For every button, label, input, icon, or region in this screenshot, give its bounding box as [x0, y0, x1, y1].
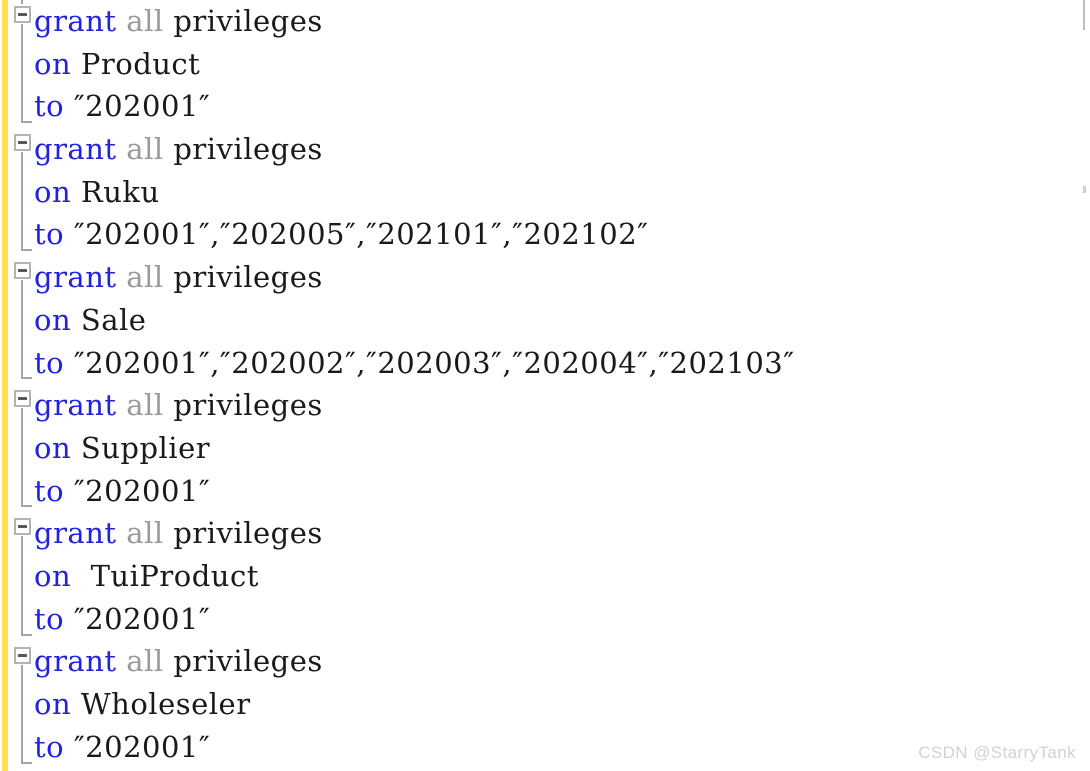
sql-keyword-token: on: [34, 430, 72, 465]
code-line[interactable]: to ″202001″,″202002″,″202003″,″202004″,″…: [34, 342, 1080, 385]
code-line[interactable]: on TuiProduct: [34, 555, 1080, 598]
minus-glyph: [18, 13, 27, 16]
code-line[interactable]: grant all privileges: [34, 640, 1080, 683]
sql-keyword-token: grant: [34, 260, 117, 295]
sql-literal-token: TuiProduct: [71, 558, 259, 593]
sql-keyword-token: to: [34, 601, 65, 636]
code-line[interactable]: to ″202001″,″202005″,″202101″,″202102″: [34, 213, 1080, 256]
minus-glyph: [18, 653, 27, 657]
sql-dim-keyword-token: all: [116, 644, 174, 679]
fold-region-end-foot: [21, 121, 32, 124]
code-line[interactable]: on Ruku: [34, 171, 1080, 214]
fold-region-line: [21, 152, 23, 252]
sql-keyword-token: on: [34, 302, 72, 337]
minus-glyph: [18, 141, 27, 145]
fold-collapse-minus-icon[interactable]: [14, 390, 31, 408]
code-line[interactable]: on Wholeseler: [34, 683, 1080, 726]
minus-glyph: [18, 525, 27, 529]
sql-literal-token: privileges: [173, 260, 323, 295]
code-line[interactable]: to ″202001″: [34, 85, 1080, 128]
sql-literal-token: privileges: [173, 388, 323, 423]
fold-region-end-foot: [21, 249, 32, 252]
code-line[interactable]: on Supplier: [34, 427, 1080, 470]
code-line[interactable]: grant all privileges: [34, 384, 1080, 427]
code-line[interactable]: to ″202001″: [34, 598, 1080, 641]
minus-glyph: [18, 397, 27, 401]
sql-literal-token: ″202001″,″202002″,″202003″,″202004″,″202…: [64, 345, 795, 380]
code-line[interactable]: grant all privileges: [34, 0, 1080, 43]
sql-literal-token: privileges: [173, 644, 323, 679]
sql-keyword-token: grant: [34, 516, 117, 551]
sql-literal-token: ″202001″: [64, 89, 211, 124]
code-line[interactable]: grant all privileges: [34, 512, 1080, 555]
fold-region-end-foot: [21, 377, 32, 380]
sql-literal-token: ″202001″: [64, 729, 211, 764]
sql-keyword-token: on: [34, 558, 72, 593]
sql-keyword-token: to: [34, 345, 65, 380]
sql-keyword-token: to: [34, 473, 65, 508]
sql-keyword-token: to: [34, 89, 65, 124]
fold-region-line: [21, 24, 23, 124]
csdn-watermark: CSDN @StarryTank: [918, 743, 1076, 762]
sql-code-editor[interactable]: grant all privileges on Product to ″202001…: [0, 0, 1090, 771]
sql-keyword-token: grant: [34, 4, 117, 38]
sql-dim-keyword-token: all: [116, 260, 174, 295]
sql-dim-keyword-token: all: [116, 516, 174, 551]
sql-literal-token: ″202001″,″202005″,″202101″,″202102″: [64, 217, 649, 252]
sql-dim-keyword-token: all: [116, 132, 174, 167]
sql-literal-token: Product: [71, 46, 201, 81]
fold-region-end-foot: [21, 505, 32, 508]
sql-keyword-token: on: [34, 174, 72, 209]
sql-keyword-token: on: [34, 687, 72, 721]
fold-region-end-foot: [21, 761, 32, 764]
sql-keyword-token: grant: [34, 388, 117, 423]
sql-literal-token: privileges: [173, 4, 323, 38]
code-content-area[interactable]: grant all privileges on Product to ″202001…: [34, 0, 1080, 771]
fold-collapse-minus-icon[interactable]: [14, 518, 31, 536]
fold-region-line: [21, 536, 23, 636]
sql-literal-token: ″202001″: [64, 601, 211, 636]
sql-dim-keyword-token: all: [116, 388, 174, 423]
sql-keyword-token: grant: [34, 644, 117, 679]
sql-literal-token: privileges: [173, 516, 323, 551]
fold-collapse-minus-icon[interactable]: [14, 134, 31, 152]
sql-literal-token: Ruku: [71, 174, 160, 209]
code-line[interactable]: to ″202001″: [34, 470, 1080, 513]
scrollbar-annotation-marker[interactable]: [1083, 186, 1086, 193]
fold-line-stub: [21, 0, 23, 4]
fold-region-line: [21, 664, 23, 764]
code-line[interactable]: on Product: [34, 43, 1080, 86]
code-folding-gutter[interactable]: [0, 0, 36, 771]
sql-dim-keyword-token: all: [116, 4, 174, 38]
code-line[interactable]: on Sale: [34, 299, 1080, 342]
fold-region-line: [21, 408, 23, 508]
sql-keyword-token: to: [34, 729, 65, 764]
sql-literal-token: Sale: [71, 302, 147, 337]
sql-literal-token: privileges: [173, 132, 323, 167]
fold-collapse-minus-icon[interactable]: [14, 6, 31, 23]
code-line[interactable]: grant all privileges: [34, 128, 1080, 171]
vertical-scrollbar[interactable]: [1081, 0, 1090, 771]
fold-region-end-foot: [21, 633, 32, 636]
sql-literal-token: Supplier: [71, 430, 211, 465]
sql-literal-token: ″202001″: [64, 473, 211, 508]
sql-keyword-token: grant: [34, 132, 117, 167]
fold-region-line: [21, 280, 23, 380]
sql-literal-token: Wholeseler: [71, 687, 251, 721]
minus-glyph: [18, 269, 27, 273]
fold-collapse-minus-icon[interactable]: [14, 646, 31, 664]
code-line[interactable]: grant all privileges: [34, 256, 1080, 299]
fold-collapse-minus-icon[interactable]: [14, 262, 31, 280]
sql-keyword-token: on: [34, 46, 72, 81]
sql-keyword-token: to: [34, 217, 65, 252]
scrollbar-thumb[interactable]: [1083, 0, 1085, 30]
